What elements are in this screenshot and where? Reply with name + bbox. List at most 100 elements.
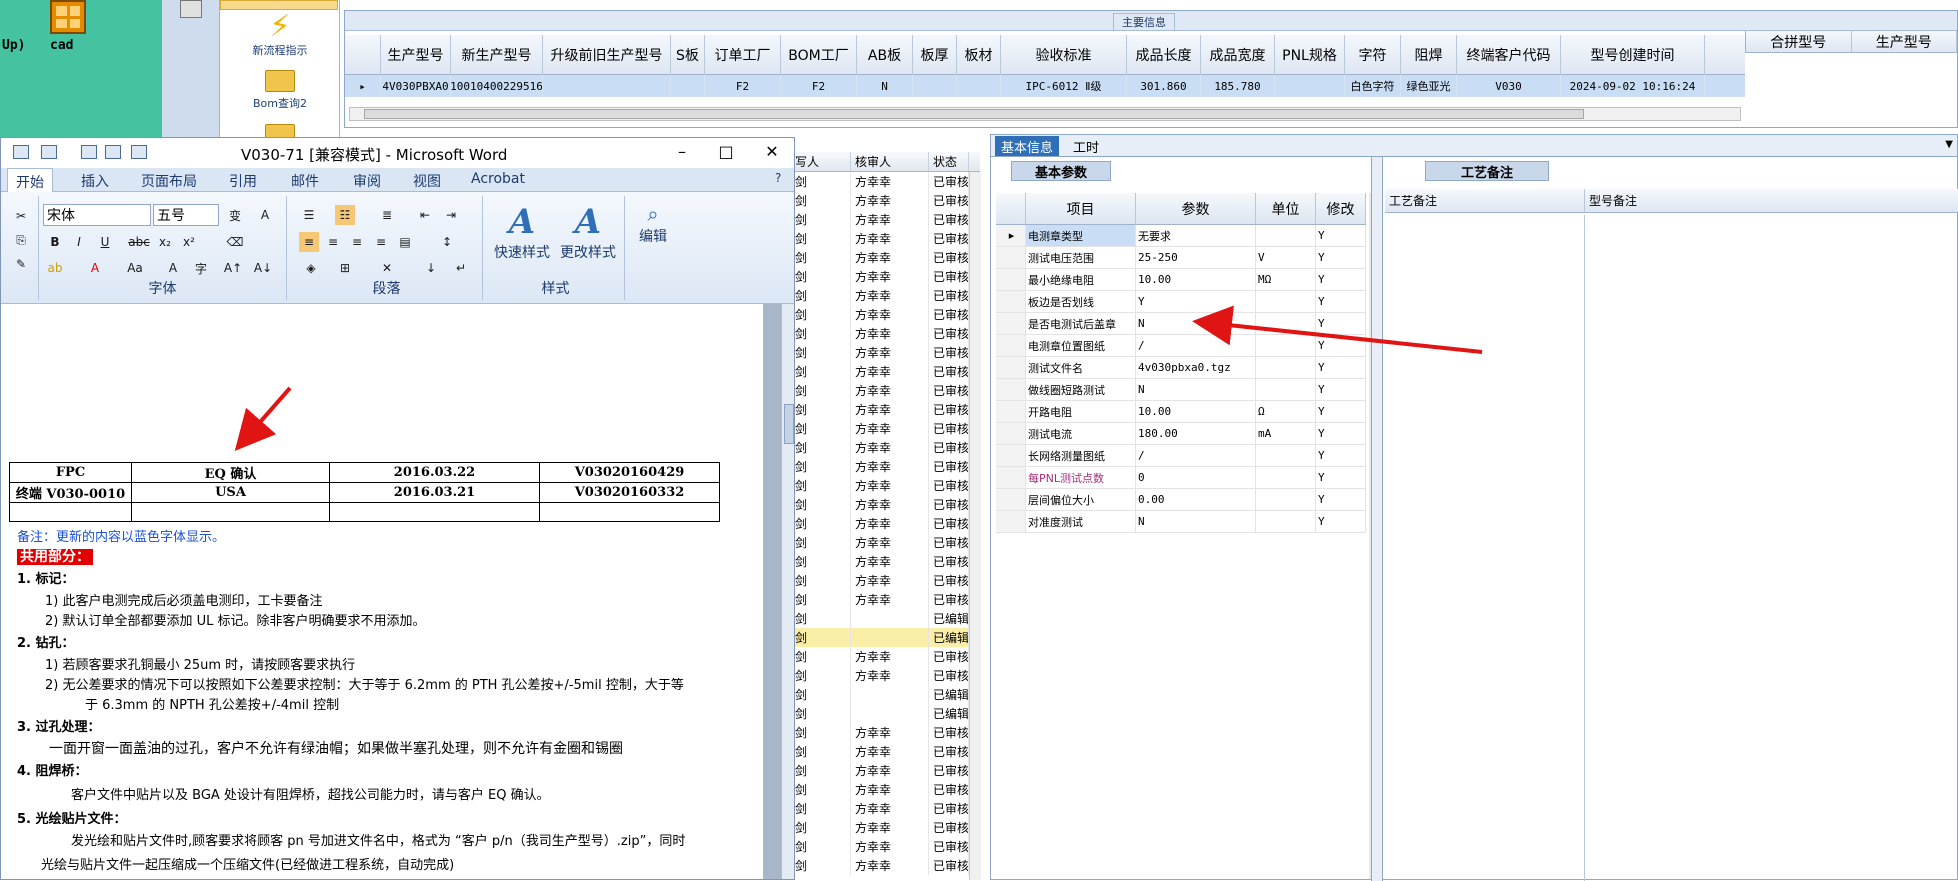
cut-icon[interactable]: ✂ [11, 206, 31, 226]
param-value-cell[interactable]: 4v030pbxa0.tgz [1136, 357, 1256, 378]
list-item[interactable]: 剑方幸幸 已审核 [791, 305, 980, 324]
grid-column-header[interactable]: 生产型号 [381, 35, 451, 75]
tab-mailings[interactable]: 邮件 [291, 171, 319, 191]
clear-format-icon[interactable]: ⌫ [225, 232, 245, 252]
shrink-font-icon[interactable]: A↓ [253, 258, 273, 278]
word-vertical-scrollbar[interactable] [781, 304, 794, 879]
param-value-cell[interactable]: 180.00 [1136, 423, 1256, 444]
grid-column-header[interactable]: BOM工厂 [781, 35, 857, 75]
grid-column-header[interactable]: 订单工厂 [705, 35, 781, 75]
param-value-cell[interactable]: 0.00 [1136, 489, 1256, 510]
list-item[interactable]: 剑方幸幸 已审核 [791, 438, 980, 457]
status-header[interactable]: 状态 [929, 152, 969, 171]
grid-column-header[interactable]: 型号创建时间 [1561, 35, 1705, 75]
list-item[interactable]: 剑方幸幸 已审核 [791, 761, 980, 780]
table-row[interactable]: 是否电测试后盖章 N Y [996, 313, 1366, 335]
table-row[interactable]: 最小绝缘电阻 10.00 MΩ Y [996, 269, 1366, 291]
decrease-indent-icon[interactable]: ⇤ [415, 205, 435, 225]
increase-indent-icon[interactable]: ⇥ [441, 205, 461, 225]
tab-review[interactable]: 审阅 [353, 171, 381, 191]
list-item[interactable]: 剑方幸幸 已审核 [791, 172, 980, 191]
table-row[interactable]: 测试文件名 4v030pbxa0.tgz Y [996, 357, 1366, 379]
enclose-char-icon[interactable]: 字 [191, 258, 211, 278]
tab-acrobat[interactable]: Acrobat [471, 171, 525, 187]
grid-cell[interactable]: 2024-09-02 10:16:24 [1561, 75, 1705, 97]
grid-cell[interactable]: V030 [1457, 75, 1561, 97]
list-item[interactable]: 剑方幸幸 已审核 [791, 324, 980, 343]
doc-table-cell[interactable] [9, 502, 132, 522]
list-item[interactable]: 剑方幸幸 已审核 [791, 647, 980, 666]
table-row[interactable]: 电测章位置图纸 / Y [996, 335, 1366, 357]
param-value-cell[interactable]: 10.00 [1136, 269, 1256, 290]
table-row[interactable]: 做线圈短路测试 N Y [996, 379, 1366, 401]
editing-button[interactable]: ⌕ 编辑 [627, 202, 679, 246]
open-icon[interactable] [105, 145, 121, 159]
list-item[interactable]: 剑方幸幸 已审核 [791, 362, 980, 381]
show-marks-icon[interactable]: ↵ [451, 258, 471, 278]
grid-cell[interactable]: IPC-6012 Ⅱ级 [1001, 75, 1127, 97]
doc-table-cell[interactable] [329, 502, 540, 522]
underline-icon[interactable]: U [95, 232, 115, 252]
tab-home[interactable]: 开始 [7, 168, 53, 192]
bold-icon[interactable]: B [45, 232, 65, 252]
doc-table-cell[interactable]: V03020160429 [539, 462, 720, 483]
font-name-select[interactable]: 宋体 [43, 204, 151, 226]
list-item[interactable]: 剑方幸幸 已审核 [791, 343, 980, 362]
grid-column-header[interactable]: AB板 [857, 35, 913, 75]
doc-table-cell[interactable]: 2016.03.22 [329, 462, 540, 483]
multilevel-list-icon[interactable]: ≣ [377, 205, 397, 225]
list-item[interactable]: 剑方幸幸 已审核 [791, 419, 980, 438]
param-value-cell[interactable]: / [1136, 445, 1256, 466]
list-item[interactable]: 剑方幸幸 已审核 [791, 286, 980, 305]
list-item[interactable]: 剑方幸幸 已审核 [791, 571, 980, 590]
table-row[interactable]: ▸ 电测章类型 无要求 Y [996, 225, 1366, 247]
table-row[interactable]: 板边是否划线 Y Y [996, 291, 1366, 313]
align-right-icon[interactable]: ≡ [347, 232, 367, 252]
table-row[interactable]: 测试电压范围 25-250 V Y [996, 247, 1366, 269]
list-item[interactable]: 剑方幸幸 已审核 [791, 248, 980, 267]
grid-column-header[interactable]: 升级前旧生产型号 [543, 35, 671, 75]
grid-column-header[interactable]: 验收标准 [1001, 35, 1127, 75]
list-item[interactable]: 剑方幸幸 已审核 [791, 742, 980, 761]
grid-cell[interactable]: 10010400229516 [451, 75, 543, 97]
doc-table-cell[interactable] [539, 502, 720, 522]
craft-note-header[interactable]: 工艺备注 [1385, 189, 1585, 212]
tab-insert[interactable]: 插入 [81, 171, 109, 191]
param-value-cell[interactable]: 25-250 [1136, 247, 1256, 268]
list-item[interactable]: 剑方幸幸 已审核 [791, 856, 980, 875]
cad-app-icon[interactable] [50, 0, 86, 34]
list-item[interactable]: 剑方幸幸 已审核 [791, 590, 980, 609]
grid-column-header[interactable]: PNL规格 [1275, 35, 1345, 75]
line-spacing-icon[interactable]: ↕ [437, 232, 457, 252]
tab-basic-info[interactable]: 基本信息 [995, 136, 1060, 156]
list-item[interactable]: 剑方幸幸 已审核 [791, 210, 980, 229]
list-item[interactable]: 剑方幸幸 已审核 [791, 666, 980, 685]
list-item[interactable]: 剑方幸幸 已审核 [791, 514, 980, 533]
doc-table-cell[interactable]: FPC [9, 462, 132, 483]
change-styles-button[interactable]: A 更改样式 [553, 202, 623, 262]
grid-column-header[interactable]: 阻焊 [1401, 35, 1457, 75]
grid-cell[interactable]: 185.780 [1201, 75, 1275, 97]
maximize-icon[interactable]: □ [711, 142, 741, 162]
chinese-layout-icon[interactable]: ✕ [377, 258, 397, 278]
param-value-cell[interactable]: 0 [1136, 467, 1256, 488]
list-item[interactable]: 剑方幸幸 已审核 [791, 837, 980, 856]
scrollbar-thumb[interactable] [784, 404, 794, 444]
justify-icon[interactable]: ≡ [371, 232, 391, 252]
table-row[interactable]: 每PNL测试点数 0 Y [996, 467, 1366, 489]
strikethrough-icon[interactable]: abc [128, 232, 150, 252]
grid-cell[interactable] [913, 75, 957, 97]
merged-model-header[interactable]: 合拼型号 [1746, 31, 1852, 52]
tab-page-layout[interactable]: 页面布局 [141, 171, 197, 191]
splitter[interactable] [1371, 157, 1383, 881]
doc-table-cell[interactable]: EQ 确认 [131, 462, 330, 483]
highlight-icon[interactable]: ab [45, 258, 65, 278]
sort-icon[interactable]: ↓ [421, 258, 441, 278]
grid-column-header[interactable]: 新生产型号 [451, 35, 543, 75]
table-row[interactable]: 开路电阻 10.00 Ω Y [996, 401, 1366, 423]
table-row[interactable]: ▸ 4V030PBXA0 10010400229516 F2 F2 N IPC-6012 Ⅱ… [345, 75, 1745, 97]
list-item[interactable]: 剑方幸幸 已审核 [791, 457, 980, 476]
tab-view[interactable]: 视图 [413, 171, 441, 191]
borders-icon[interactable]: ⊞ [335, 258, 355, 278]
italic-icon[interactable]: I [69, 232, 89, 252]
